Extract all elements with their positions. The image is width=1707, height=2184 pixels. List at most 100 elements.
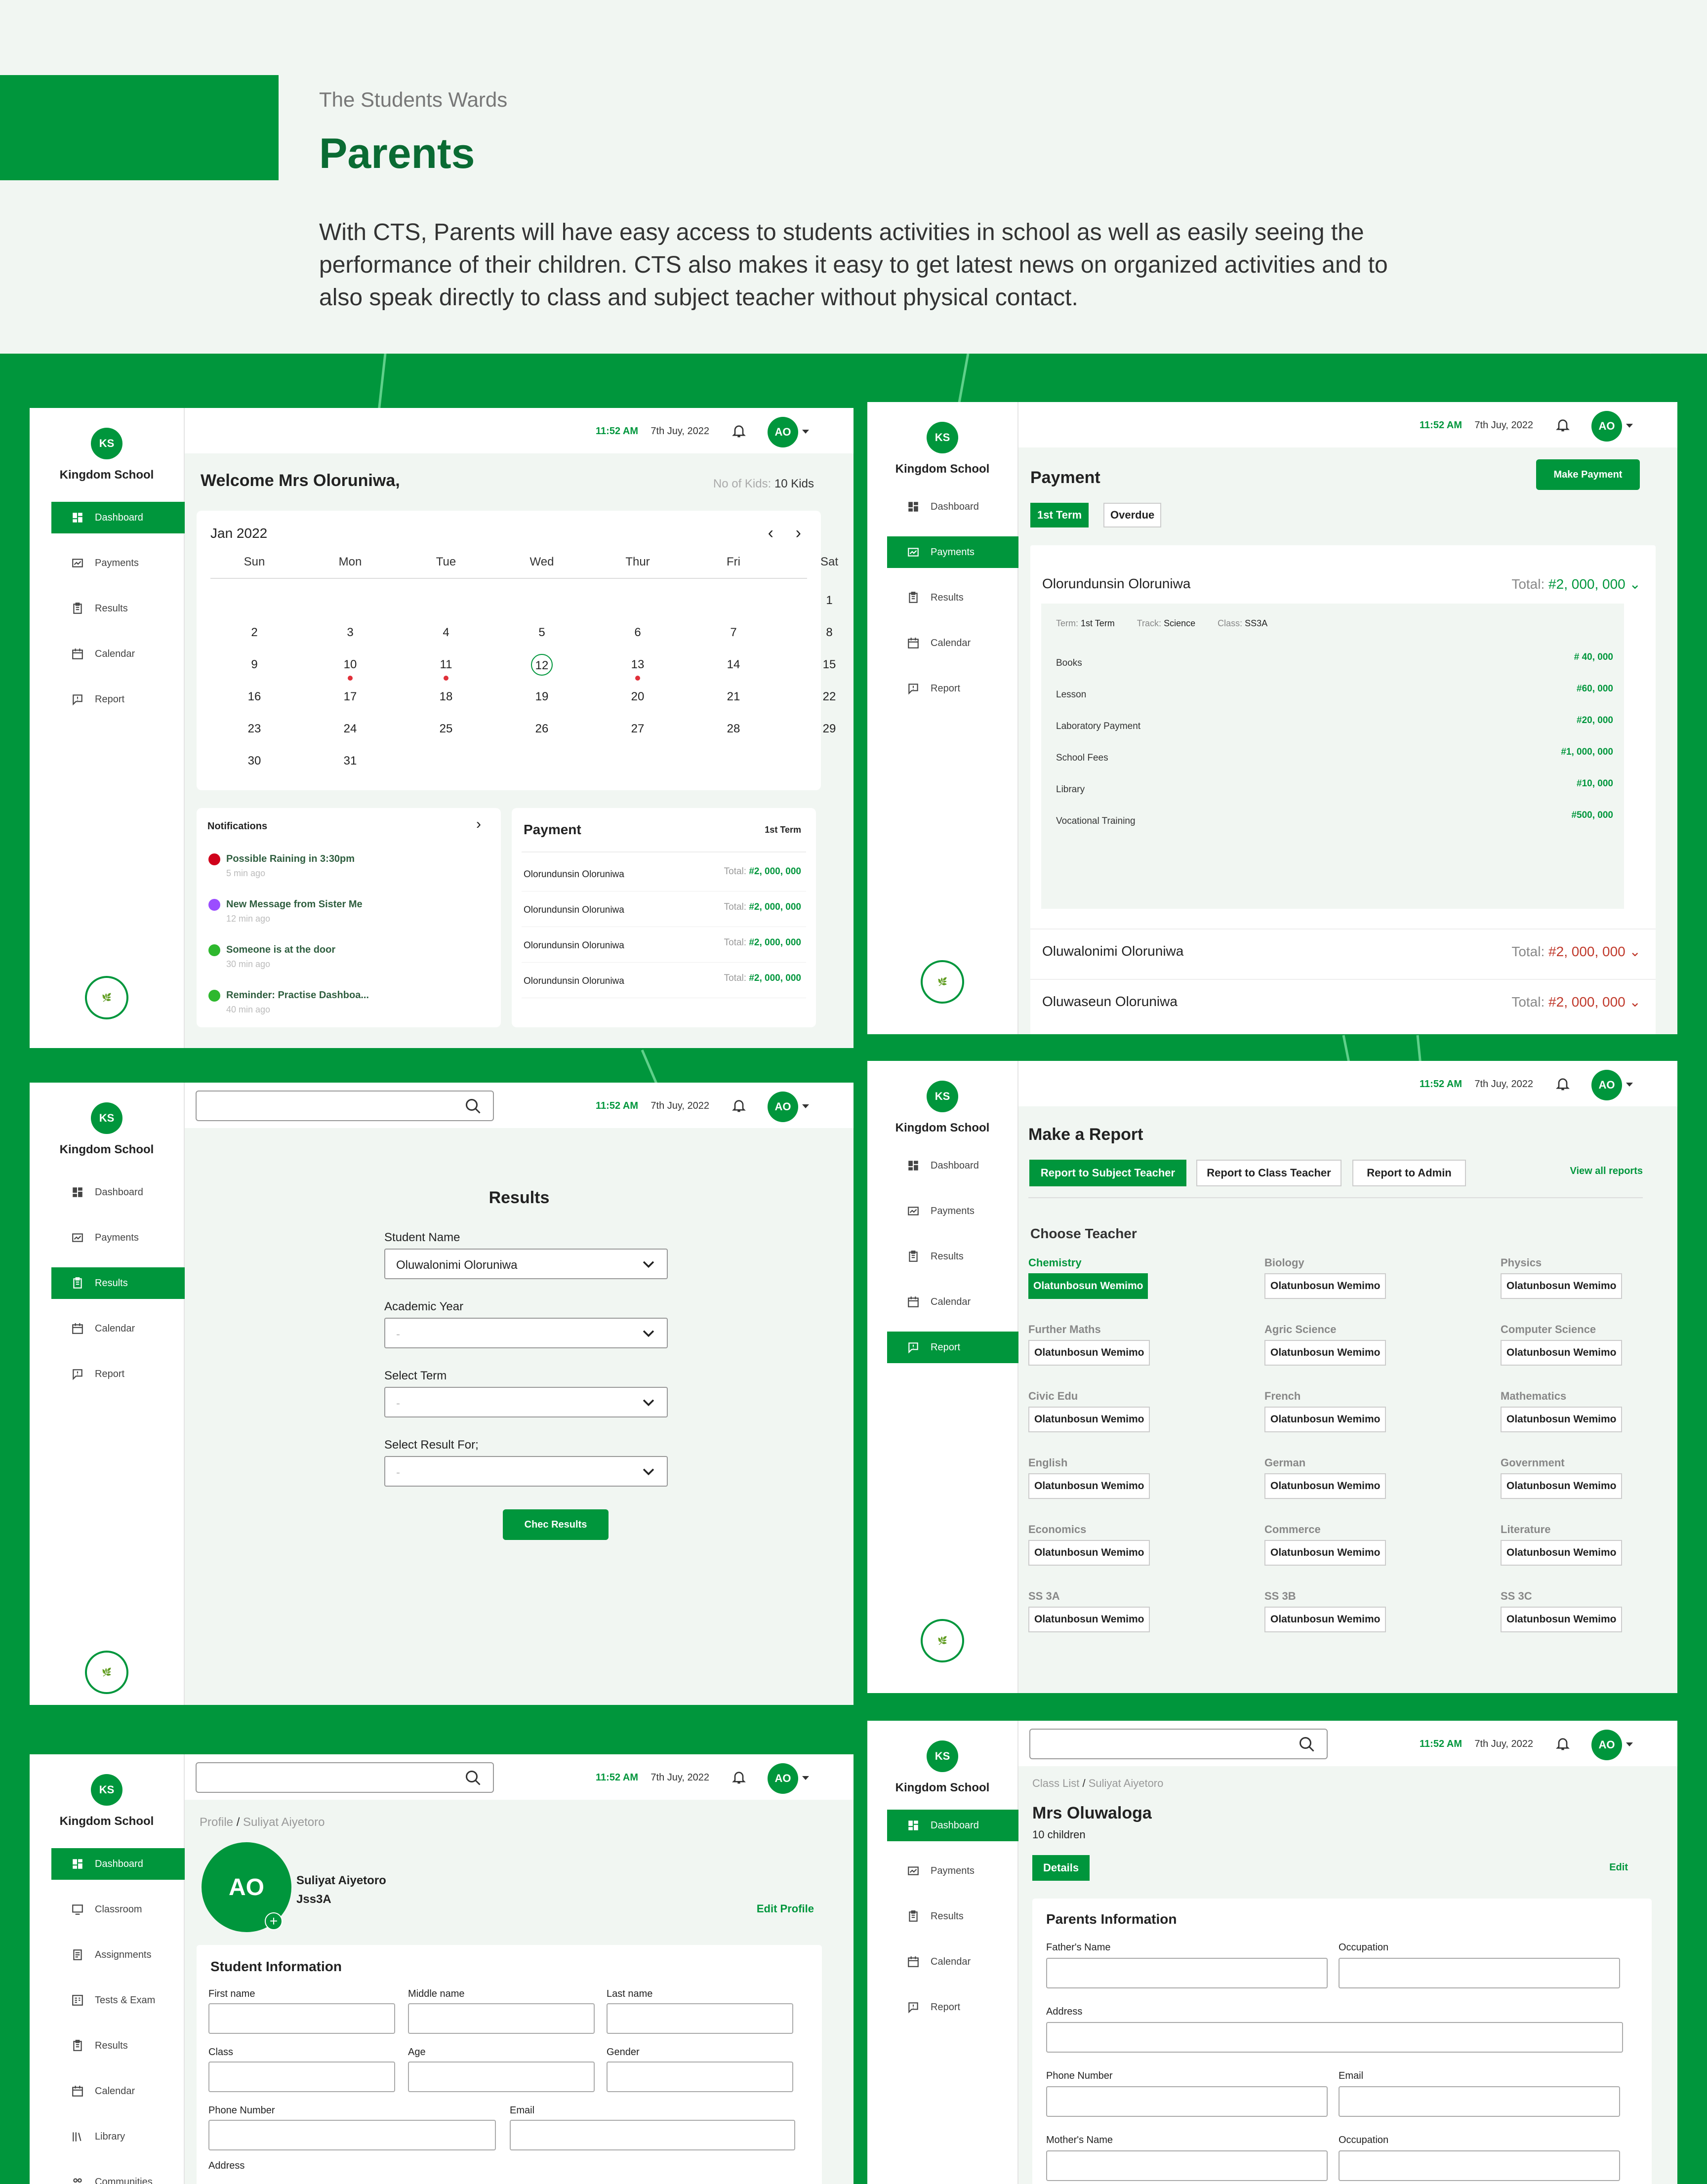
sidebar-item-payments[interactable]: Payments xyxy=(51,547,185,579)
teacher-button[interactable]: Olatunbosun Wemimo xyxy=(1501,1473,1623,1499)
calendar-day[interactable]: 6 xyxy=(627,622,649,644)
calendar-day[interactable]: 29 xyxy=(818,718,840,740)
calendar-day[interactable]: 27 xyxy=(627,718,649,740)
teacher-button[interactable]: Olatunbosun Wemimo xyxy=(1028,1607,1150,1632)
teacher-button[interactable]: Olatunbosun Wemimo xyxy=(1501,1340,1623,1366)
tab-overdue[interactable]: Overdue xyxy=(1103,503,1162,527)
calendar-day[interactable]: 2 xyxy=(244,622,265,644)
father-s-name-field[interactable] xyxy=(1046,1958,1328,1988)
bell-icon[interactable] xyxy=(1555,417,1571,433)
sidebar-item-dashboard[interactable]: Dashboard xyxy=(51,1848,185,1880)
calendar-day[interactable]: 25 xyxy=(435,718,457,740)
address-field[interactable] xyxy=(1046,2022,1623,2053)
calendar-day[interactable]: 22 xyxy=(818,686,840,708)
teacher-button[interactable]: Olatunbosun Wemimo xyxy=(1264,1340,1386,1366)
teacher-button[interactable]: Olatunbosun Wemimo xyxy=(1501,1540,1623,1566)
user-avatar[interactable]: AO xyxy=(1591,411,1622,442)
bell-icon[interactable] xyxy=(1555,1736,1571,1751)
calendar-day[interactable]: 19 xyxy=(531,686,553,708)
calendar-day[interactable]: 31 xyxy=(339,750,361,772)
chevron-down-icon[interactable] xyxy=(802,430,809,434)
notification-text[interactable]: Someone is at the door xyxy=(226,944,335,956)
calendar-day[interactable]: 9 xyxy=(244,654,265,676)
sidebar-item-dashboard[interactable]: Dashboard xyxy=(887,1810,1018,1841)
user-avatar[interactable]: AO xyxy=(768,1092,798,1122)
calendar-day[interactable]: 15 xyxy=(818,654,840,676)
sidebar-item-report[interactable]: Report xyxy=(887,1991,1018,2023)
sidebar-item-calendar[interactable]: Calendar xyxy=(887,1286,1018,1318)
calendar-day[interactable]: 24 xyxy=(339,718,361,740)
teacher-button[interactable]: Olatunbosun Wemimo xyxy=(1264,1607,1386,1632)
sidebar-item-library[interactable]: Library xyxy=(51,2121,185,2152)
teacher-button[interactable]: Olatunbosun Wemimo xyxy=(1028,1540,1150,1566)
phone-number-field[interactable] xyxy=(1046,2086,1328,2117)
user-avatar[interactable]: AO xyxy=(1591,1730,1622,1760)
teacher-button[interactable]: Olatunbosun Wemimo xyxy=(1264,1540,1386,1566)
calendar-day[interactable]: 3 xyxy=(339,622,361,644)
edit-link[interactable]: Edit xyxy=(1609,1862,1628,1873)
calendar-day[interactable]: 30 xyxy=(244,750,265,772)
prev-month-icon[interactable]: ‹ xyxy=(768,524,773,543)
calendar-day[interactable]: 5 xyxy=(531,622,553,644)
bell-icon[interactable] xyxy=(1555,1076,1571,1092)
tab-1st-term[interactable]: 1st Term xyxy=(1030,503,1089,527)
teacher-button[interactable]: Olatunbosun Wemimo xyxy=(1501,1273,1623,1299)
calendar-day[interactable]: 12 xyxy=(531,654,553,676)
occupation-field[interactable] xyxy=(1339,2150,1620,2181)
search-input[interactable] xyxy=(1029,1729,1328,1759)
email-field[interactable] xyxy=(510,2120,795,2150)
child-total[interactable]: Total: #2, 000, 000 ⌄ xyxy=(1511,994,1641,1010)
teacher-button[interactable]: Olatunbosun Wemimo xyxy=(1264,1407,1386,1432)
select-term-select[interactable]: - xyxy=(384,1387,668,1417)
chevron-down-icon[interactable] xyxy=(802,1104,809,1108)
sidebar-item-results[interactable]: Results xyxy=(51,2030,185,2062)
calendar-day[interactable]: 16 xyxy=(244,686,265,708)
notification-text[interactable]: Reminder: Practise Dashboa... xyxy=(226,990,369,1001)
teacher-button[interactable]: Olatunbosun Wemimo xyxy=(1028,1407,1150,1432)
last-name-field[interactable] xyxy=(607,2003,793,2034)
sidebar-item-calendar[interactable]: Calendar xyxy=(51,638,185,670)
calendar-day[interactable]: 8 xyxy=(818,622,840,644)
check-results-button[interactable]: Chec Results xyxy=(503,1509,609,1540)
occupation-field[interactable] xyxy=(1339,1958,1620,1988)
sidebar-item-payments[interactable]: Payments xyxy=(887,1855,1018,1887)
academic-year-select[interactable]: - xyxy=(384,1318,668,1348)
chevron-down-icon[interactable] xyxy=(1626,1083,1633,1087)
report-tab-report-to-class-teacher[interactable]: Report to Class Teacher xyxy=(1196,1160,1341,1186)
class-field[interactable] xyxy=(208,2062,395,2092)
sidebar-item-report[interactable]: Report xyxy=(51,1358,185,1390)
sidebar-item-results[interactable]: Results xyxy=(51,593,185,624)
next-month-icon[interactable]: › xyxy=(796,524,801,543)
age-field[interactable] xyxy=(408,2062,595,2092)
sidebar-item-payments[interactable]: Payments xyxy=(51,1222,185,1254)
teacher-button[interactable]: Olatunbosun Wemimo xyxy=(1264,1273,1386,1299)
add-photo-icon[interactable]: + xyxy=(265,1912,283,1930)
calendar-day[interactable]: 11 xyxy=(435,654,457,676)
email-field[interactable] xyxy=(1339,2086,1620,2117)
breadcrumb-root[interactable]: Profile xyxy=(200,1816,233,1829)
teacher-button[interactable]: Olatunbosun Wemimo xyxy=(1501,1607,1623,1632)
sidebar-item-dashboard[interactable]: Dashboard xyxy=(887,1150,1018,1181)
sidebar-item-results[interactable]: Results xyxy=(887,582,1018,613)
middle-name-field[interactable] xyxy=(408,2003,595,2034)
calendar-day[interactable]: 17 xyxy=(339,686,361,708)
sidebar-item-payments[interactable]: Payments xyxy=(887,536,1018,568)
sidebar-item-payments[interactable]: Payments xyxy=(887,1195,1018,1227)
make-payment-button[interactable]: Make Payment xyxy=(1536,459,1640,490)
search-input[interactable] xyxy=(196,1091,494,1121)
user-avatar[interactable]: AO xyxy=(768,417,798,447)
student-name-select[interactable]: Oluwalonimi Oloruniwa xyxy=(384,1249,668,1279)
sidebar-item-classroom[interactable]: Classroom xyxy=(51,1894,185,1925)
chevron-right-icon[interactable]: › xyxy=(476,816,481,833)
report-tab-report-to-subject-teacher[interactable]: Report to Subject Teacher xyxy=(1029,1160,1186,1186)
calendar-day[interactable]: 7 xyxy=(723,622,744,644)
report-tab-report-to-admin[interactable]: Report to Admin xyxy=(1352,1160,1466,1186)
sidebar-item-calendar[interactable]: Calendar xyxy=(51,2075,185,2107)
search-input[interactable] xyxy=(196,1762,494,1793)
chevron-down-icon[interactable] xyxy=(1626,1742,1633,1746)
sidebar-item-results[interactable]: Results xyxy=(887,1901,1018,1932)
calendar-day[interactable]: 13 xyxy=(627,654,649,676)
sidebar-item-report[interactable]: Report xyxy=(887,1332,1018,1363)
calendar-day[interactable]: 28 xyxy=(723,718,744,740)
sidebar-item-dashboard[interactable]: Dashboard xyxy=(51,502,185,533)
